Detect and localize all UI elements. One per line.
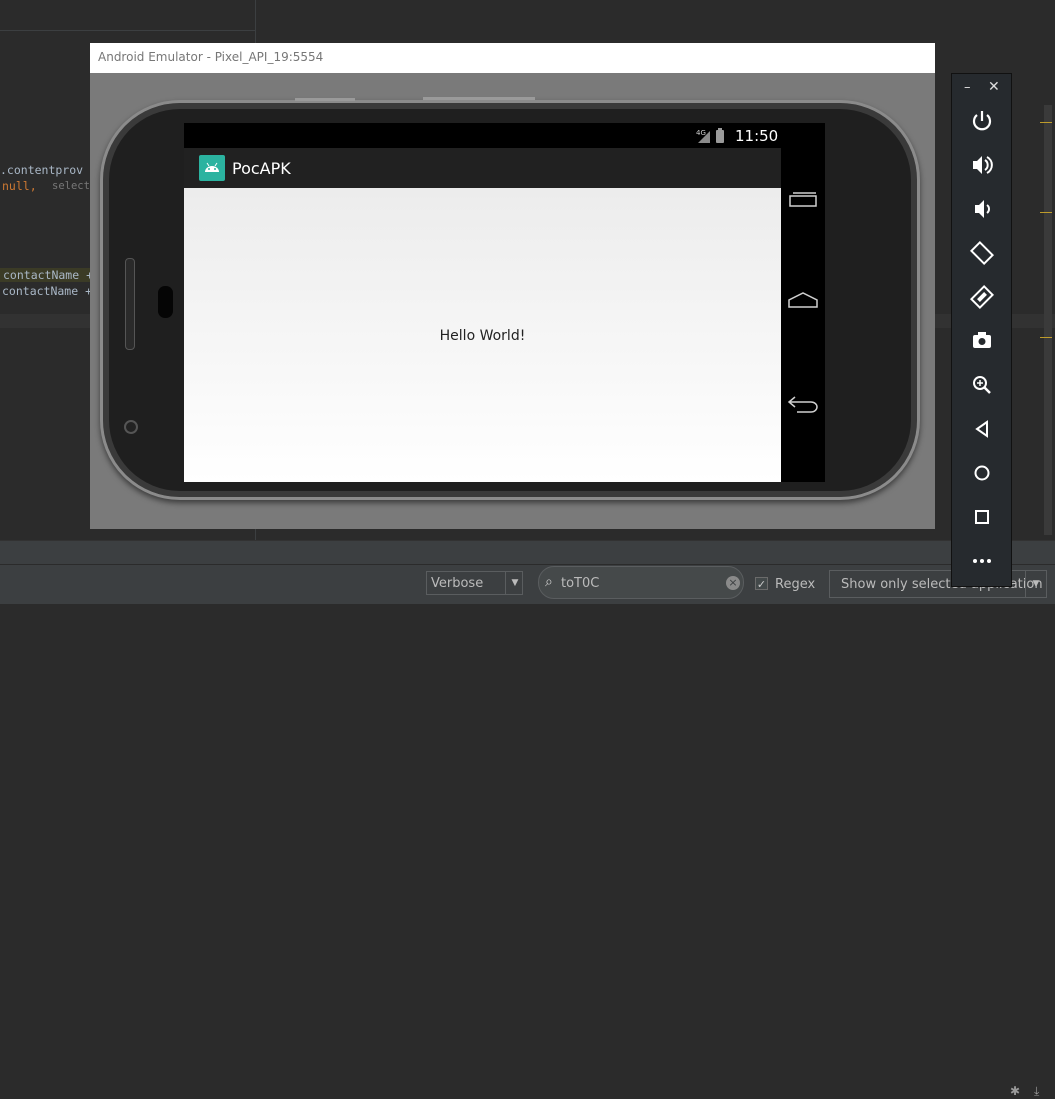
camera-icon[interactable] [962,323,1002,359]
error-stripe-marker[interactable] [1040,212,1052,213]
logcat-body [0,604,1055,627]
phone-camera [124,420,138,434]
more-icon[interactable] [962,543,1002,579]
app-title: PocAPK [232,159,291,178]
navigation-bar [781,148,825,482]
editor-scrollbar[interactable] [1044,105,1052,535]
minimize-icon[interactable]: – [964,80,971,95]
search-value[interactable]: toT0C [561,576,599,591]
volume-down-icon[interactable] [962,191,1002,227]
search-icon[interactable]: ⌕ [545,574,553,590]
emulator-title-bar[interactable]: Android Emulator - Pixel_API_19:5554 [90,43,935,73]
home-icon[interactable] [781,283,825,323]
app-filter-select[interactable]: Show only selected application ▼ [829,570,1047,598]
phone-speaker [158,286,173,318]
clear-icon[interactable]: × [726,576,740,590]
rotate-right-icon[interactable] [962,279,1002,315]
phone-button [295,98,355,101]
status-time: 11:50 [735,127,779,145]
code-line[interactable]: null, [2,179,37,193]
app-content[interactable]: Hello World! [184,188,781,482]
android-icon [199,155,225,181]
window-title: Android Emulator - Pixel_API_19:5554 [98,50,324,64]
settings-icon[interactable]: ✱ [1010,1084,1020,1098]
status-bar: 4G 11:50 [184,123,825,148]
code-line[interactable]: contactName + [2,284,92,298]
regex-label[interactable]: Regex [775,577,815,592]
signal-icon: 4G [696,128,732,147]
code-line[interactable]: contactName + [0,268,95,282]
rotate-left-icon[interactable] [962,235,1002,271]
overview-icon[interactable] [962,499,1002,535]
emulator-toolbar: – ✕ [951,73,1012,587]
log-level-select[interactable]: Verbose ▼ [426,571,523,595]
phone-side-button [125,258,135,350]
back-icon[interactable] [781,383,825,423]
error-stripe-marker[interactable] [1040,122,1052,123]
code-line[interactable]: .contentprov [0,163,83,177]
error-stripe-marker[interactable] [1040,337,1052,338]
app-filter-value: Show only selected application [841,577,1043,592]
network-type: 4G [696,129,706,137]
download-icon[interactable]: ⤓ [1034,1084,1039,1099]
phone-button [423,97,535,100]
device-screen[interactable]: 4G 11:50 PocAPK Hello World! [184,123,825,482]
chevron-down-icon[interactable]: ▼ [1025,571,1046,597]
hello-text: Hello World! [439,328,526,344]
zoom-icon[interactable] [962,367,1002,403]
regex-checkbox[interactable]: ✓ [755,577,768,591]
emulator-window: Android Emulator - Pixel_API_19:5554 4G … [90,43,935,529]
log-level-value: Verbose [431,576,484,591]
action-bar: PocAPK [184,148,781,188]
power-icon[interactable] [962,103,1002,139]
logcat-header: ✱ ⤓ [0,540,1055,1098]
back-icon[interactable] [962,411,1002,447]
volume-up-icon[interactable] [962,147,1002,183]
close-icon[interactable]: ✕ [988,79,1000,95]
recent-apps-icon[interactable] [781,183,825,223]
home-icon[interactable] [962,455,1002,491]
chevron-down-icon[interactable]: ▼ [505,572,524,594]
logcat-search-input[interactable]: ⌕ toT0C × [538,566,744,599]
divider [0,30,255,31]
